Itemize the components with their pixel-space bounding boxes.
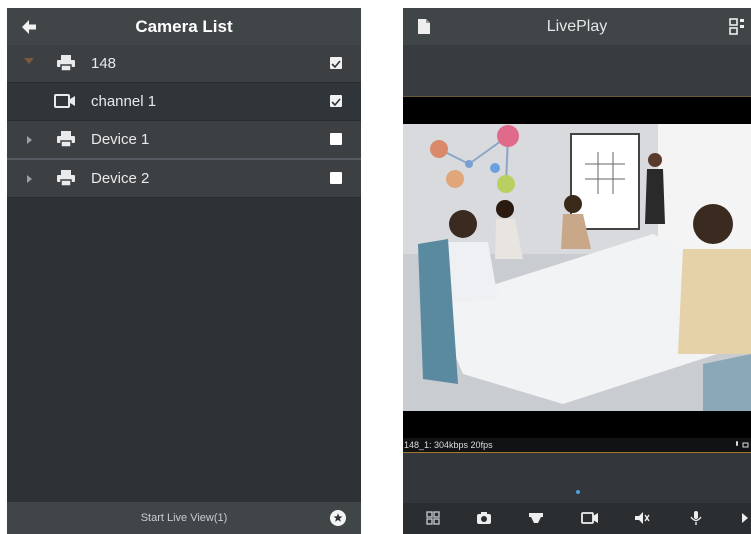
expanded-arrow-icon[interactable]: [24, 58, 34, 64]
live-video-frame: [403, 124, 751, 411]
device-checkbox-checked[interactable]: [330, 57, 342, 69]
camera-list-header: Camera List: [7, 8, 361, 45]
video-camera-icon: [54, 94, 75, 108]
liveplay-subbar: [403, 45, 751, 96]
layout-icon[interactable]: [729, 18, 745, 35]
device-row-device-1[interactable]: Device 1: [7, 121, 361, 160]
page-title: Camera List: [135, 17, 233, 36]
liveplay-header: LivePlay: [403, 8, 751, 45]
liveplay-screen: LivePlay 148_1: 304kbps 20fps: [403, 8, 751, 534]
start-live-view-button[interactable]: Start Live View(1): [7, 502, 361, 534]
camera-list-footer: Start Live View(1): [7, 502, 361, 534]
printer-icon: [57, 55, 75, 72]
device-label: Device 2: [91, 170, 150, 187]
mute-icon[interactable]: [633, 510, 651, 526]
check-icon: [331, 98, 341, 107]
channel-row-1[interactable]: channel 1: [7, 83, 361, 121]
printer-icon: [57, 131, 75, 148]
playback-toolbar: [403, 503, 751, 534]
channel-label: channel 1: [91, 93, 157, 110]
device-row-148[interactable]: 148: [7, 45, 361, 83]
stream-status-bar: 148_1: 304kbps 20fps: [403, 438, 751, 453]
camera-list-screen: Camera List 148 channel 1 Device 1 Devic…: [7, 8, 361, 534]
next-icon[interactable]: [739, 510, 751, 526]
device-row-device-2[interactable]: Device 2: [7, 160, 361, 198]
page-title: LivePlay: [546, 18, 608, 35]
ptz-icon[interactable]: [527, 510, 545, 526]
device-label: 148: [91, 55, 117, 72]
page-indicator-dot: [576, 490, 580, 494]
video-player[interactable]: [403, 96, 751, 439]
microphone-status-icon: [736, 441, 749, 448]
controls-panel: [403, 453, 751, 503]
printer-icon: [57, 170, 75, 187]
device-checkbox-unchecked[interactable]: [330, 133, 342, 145]
device-label: Device 1: [91, 131, 150, 148]
stream-info-text: 148_1: 304kbps 20fps: [404, 440, 493, 450]
check-icon: [331, 60, 341, 69]
snapshot-icon[interactable]: [475, 510, 493, 526]
microphone-icon[interactable]: [687, 510, 705, 526]
star-icon[interactable]: [330, 510, 346, 526]
device-checkbox-unchecked[interactable]: [330, 172, 342, 184]
collapsed-arrow-icon[interactable]: [27, 136, 32, 144]
channel-checkbox-checked[interactable]: [330, 95, 342, 107]
grid-icon[interactable]: [424, 510, 442, 526]
record-icon[interactable]: [581, 510, 599, 526]
collapsed-arrow-icon[interactable]: [27, 175, 32, 183]
star-glyph: [333, 513, 343, 522]
